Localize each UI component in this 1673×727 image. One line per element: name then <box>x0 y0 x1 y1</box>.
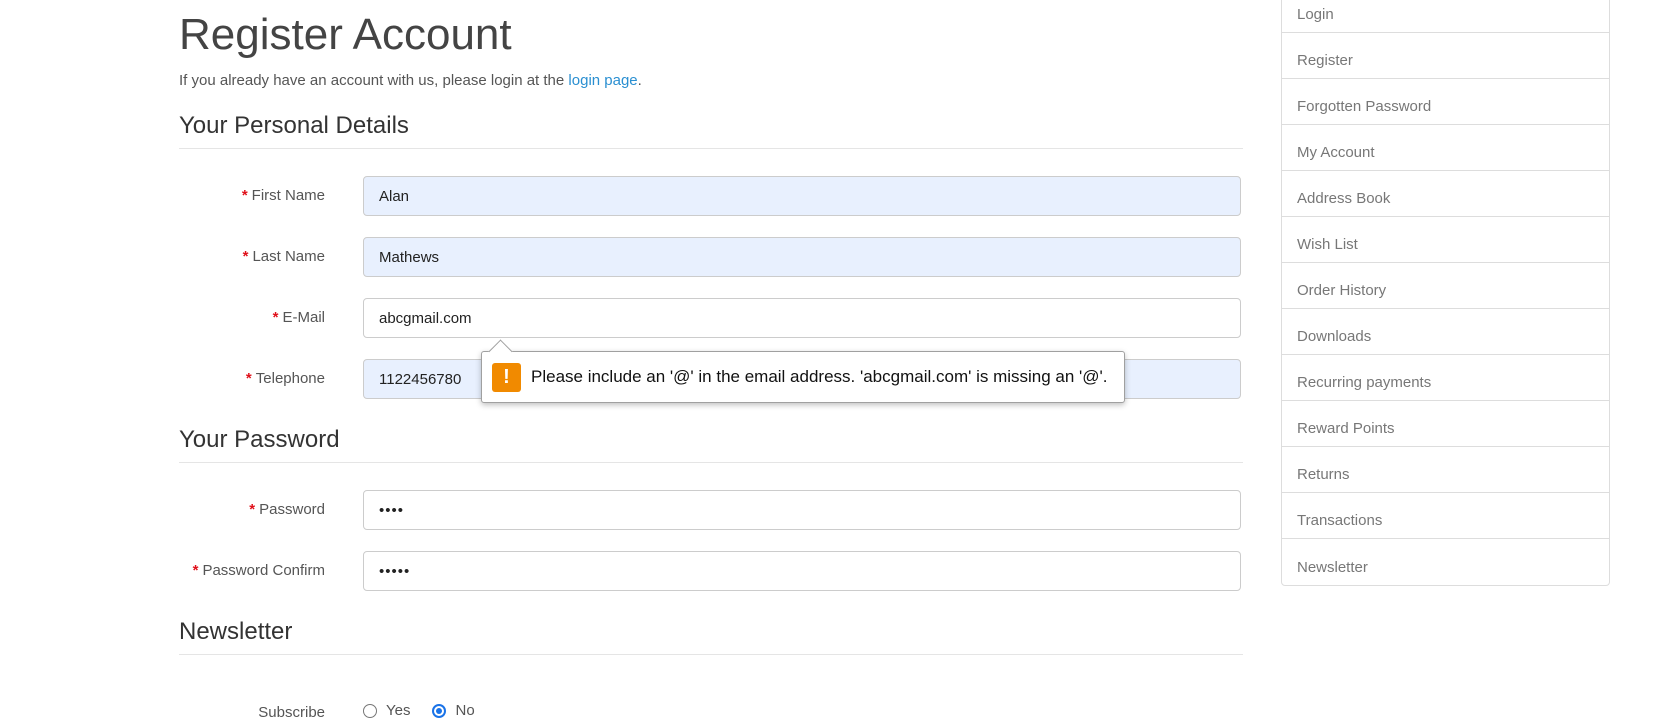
subscribe-label: Subscribe <box>258 704 325 721</box>
warning-icon: ! <box>492 363 521 392</box>
required-mark: * <box>245 370 252 387</box>
subscribe-yes-radio[interactable] <box>363 703 377 718</box>
email-label: * E-Mail <box>272 309 325 326</box>
password-confirm-input[interactable] <box>363 551 1241 591</box>
sidebar-item-address-book[interactable]: Address Book <box>1282 171 1609 217</box>
lastname-row: * Last Name <box>179 237 1243 279</box>
sidebar-item-my-account[interactable]: My Account <box>1282 125 1609 171</box>
telephone-label: * Telephone <box>245 370 325 387</box>
section-your-password: Your Password <box>179 426 1243 463</box>
subscribe-no-label[interactable]: No <box>455 702 474 719</box>
password-confirm-label: * Password Confirm <box>192 562 325 579</box>
sidebar-item-returns[interactable]: Returns <box>1282 447 1609 493</box>
sidebar-item-wish-list[interactable]: Wish List <box>1282 217 1609 263</box>
sidebar-item-transactions[interactable]: Transactions <box>1282 493 1609 539</box>
section-newsletter: Newsletter <box>179 618 1243 655</box>
subscribe-no-radio[interactable] <box>432 703 447 718</box>
section-personal-details: Your Personal Details <box>179 112 1243 149</box>
password-row: * Password <box>179 490 1243 532</box>
sidebar-item-login[interactable]: Login <box>1282 0 1609 33</box>
sidebar-item-reward-points[interactable]: Reward Points <box>1282 401 1609 447</box>
email-row: * E-Mail <box>179 298 1243 340</box>
intro-suffix: . <box>637 72 642 89</box>
email-validation-tooltip: ! Please include an '@' in the email add… <box>481 339 1125 403</box>
subscribe-radio-group: Yes No <box>363 702 497 719</box>
intro-text: If you already have an account with us, … <box>179 72 642 89</box>
firstname-row: * First Name <box>179 176 1243 218</box>
sidebar-item-register[interactable]: Register <box>1282 33 1609 79</box>
sidebar-item-forgotten-password[interactable]: Forgotten Password <box>1282 79 1609 125</box>
intro-prefix: If you already have an account with us, … <box>179 72 569 89</box>
sidebar-item-newsletter[interactable]: Newsletter <box>1282 539 1609 585</box>
password-input[interactable] <box>363 490 1241 530</box>
lastname-input[interactable] <box>363 237 1241 277</box>
firstname-input[interactable] <box>363 176 1241 216</box>
required-mark: * <box>241 187 248 204</box>
required-mark: * <box>192 562 199 579</box>
required-mark: * <box>249 501 256 518</box>
lastname-label: * Last Name <box>242 248 325 265</box>
subscribe-yes-label[interactable]: Yes <box>386 702 410 719</box>
firstname-label: * First Name <box>241 187 325 204</box>
sidebar-item-recurring-payments[interactable]: Recurring payments <box>1282 355 1609 401</box>
password-confirm-row: * Password Confirm <box>179 551 1243 593</box>
password-label: * Password <box>249 501 325 518</box>
page: Register Account If you already have an … <box>0 0 1673 727</box>
required-mark: * <box>242 248 249 265</box>
page-title: Register Account <box>179 10 512 59</box>
sidebar-item-downloads[interactable]: Downloads <box>1282 309 1609 355</box>
validation-message: Please include an '@' in the email addre… <box>531 367 1108 386</box>
subscribe-row: Subscribe Yes No <box>179 693 1243 727</box>
email-input[interactable] <box>363 298 1241 338</box>
login-page-link[interactable]: login page <box>568 72 637 89</box>
account-sidebar: Login Register Forgotten Password My Acc… <box>1281 0 1610 586</box>
required-mark: * <box>272 309 279 326</box>
sidebar-item-order-history[interactable]: Order History <box>1282 263 1609 309</box>
tooltip-arrow <box>488 339 513 364</box>
